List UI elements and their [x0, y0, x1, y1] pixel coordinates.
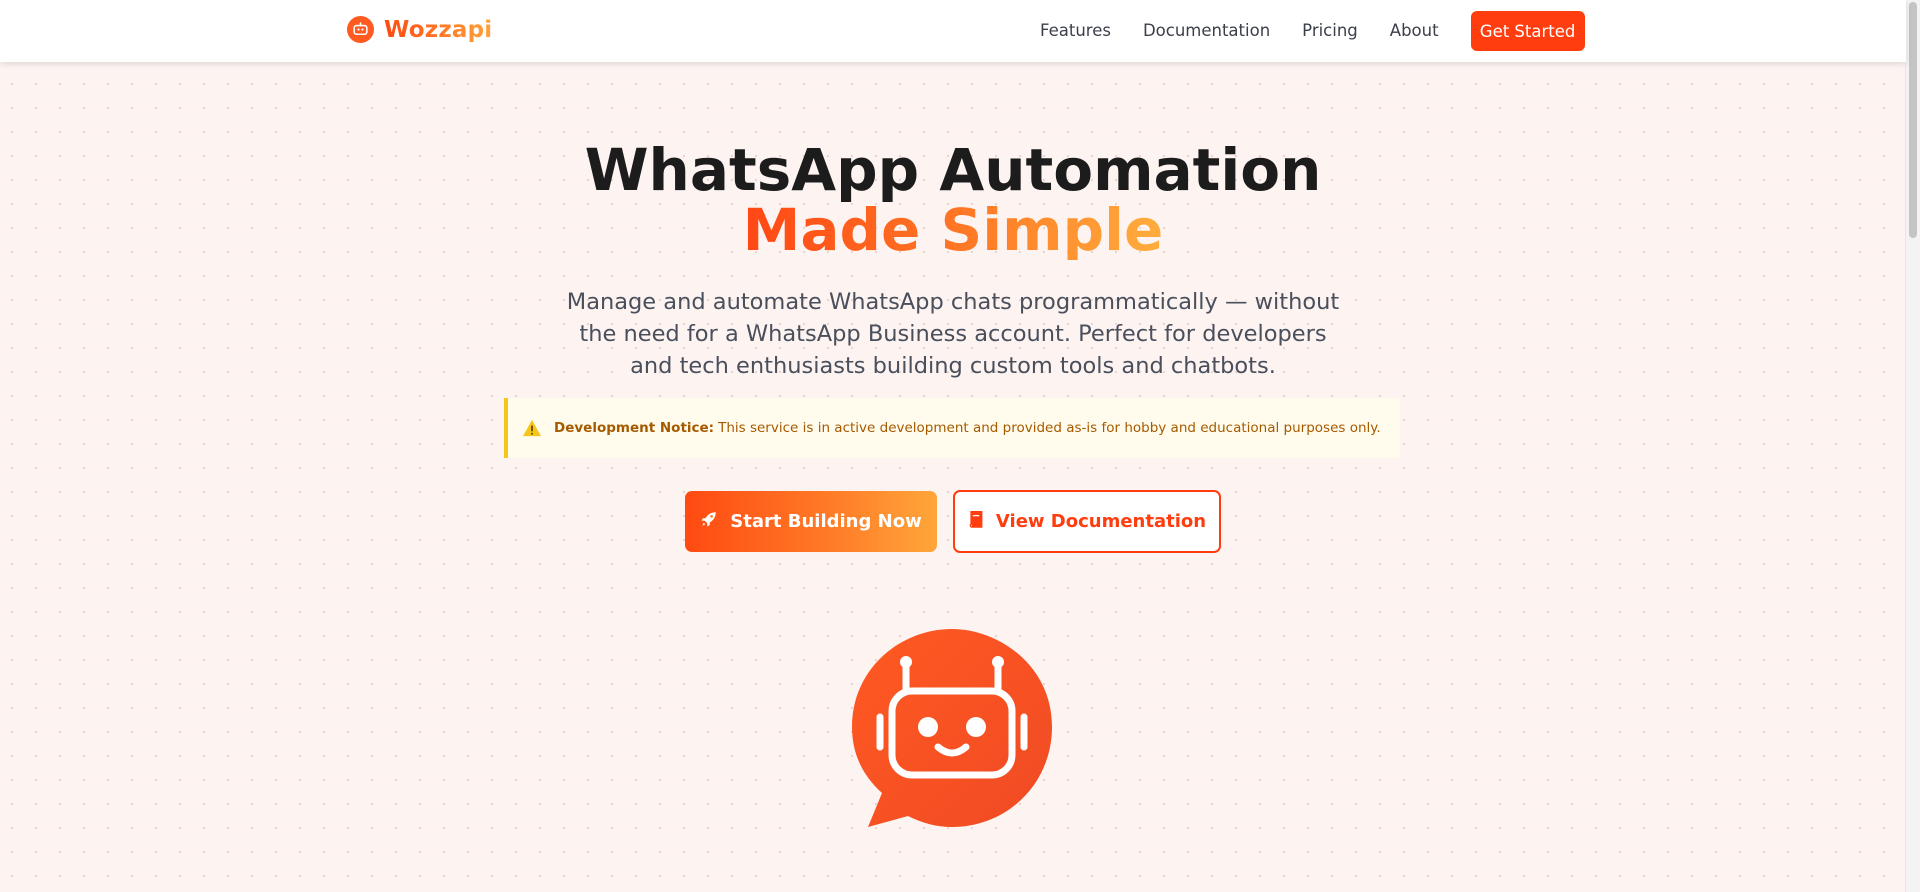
top-navbar: Wozzapi Features Documentation Pricing A… [0, 0, 1906, 62]
robot-logo-icon [347, 16, 374, 43]
main-nav: Features Documentation Pricing About Get… [1040, 11, 1585, 51]
hero-title-line1: WhatsApp Automation [584, 136, 1322, 204]
brand-name: Wozzapi [384, 16, 493, 43]
development-notice: Development Notice: This service is in a… [504, 398, 1400, 458]
get-started-button[interactable]: Get Started [1470, 11, 1585, 51]
start-building-button[interactable]: Start Building Now [685, 491, 937, 552]
notice-label: Development Notice: [554, 420, 715, 436]
notice-text: This service is in active development an… [718, 420, 1381, 436]
nav-link-about[interactable]: About [1390, 11, 1439, 51]
book-icon [968, 510, 984, 533]
hero-actions: Start Building Now View Documentation [685, 490, 1221, 553]
chatbot-bubble-icon [850, 627, 1054, 831]
start-building-label: Start Building Now [730, 511, 922, 532]
view-documentation-label: View Documentation [995, 511, 1207, 532]
vertical-scrollbar[interactable] [1905, 0, 1920, 892]
nav-link-pricing[interactable]: Pricing [1302, 11, 1358, 51]
nav-link-documentation[interactable]: Documentation [1143, 11, 1270, 51]
hero-title: WhatsApp Automation Made Simple [0, 140, 1906, 260]
rocket-icon [700, 510, 718, 533]
nav-link-features[interactable]: Features [1040, 11, 1111, 51]
warning-icon [522, 419, 542, 437]
brand-logo[interactable]: Wozzapi [347, 16, 492, 43]
hero-subtitle: Manage and automate WhatsApp chats progr… [566, 289, 1340, 379]
scrollbar-thumb[interactable] [1909, 2, 1917, 238]
view-documentation-button[interactable]: View Documentation [953, 490, 1221, 553]
hero-title-line2: Made Simple [742, 196, 1164, 264]
